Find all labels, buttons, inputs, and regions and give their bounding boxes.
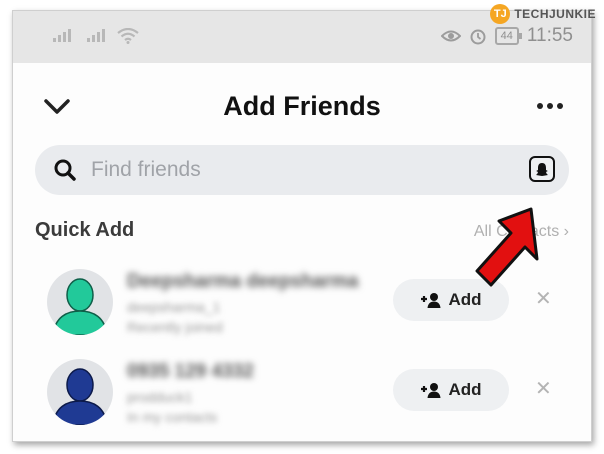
friend-username: prodduck1 xyxy=(127,389,193,405)
dismiss-icon[interactable]: ✕ xyxy=(535,379,552,399)
add-friend-icon xyxy=(421,383,441,398)
section-heading-quick-add: Quick Add xyxy=(35,219,135,241)
add-friend-icon xyxy=(421,293,441,308)
add-friend-button[interactable]: Add xyxy=(393,369,509,411)
watermark-text: TECHJUNKIE xyxy=(514,7,596,21)
friend-reason: In my contacts xyxy=(127,409,218,425)
techjunkie-logo-icon: TJ xyxy=(490,4,511,24)
clock-time: 11:55 xyxy=(526,25,573,46)
signal-icon xyxy=(87,29,105,42)
friend-name: Deepsharma deepsharma xyxy=(127,271,359,292)
status-right: 44 11:55 xyxy=(440,25,573,47)
watermark-logo: TJ TECHJUNKIE xyxy=(490,4,596,24)
list-item[interactable]: 0935 129 4332 prodduck1 In my contacts A… xyxy=(35,347,569,437)
friend-name: 0935 129 4332 xyxy=(127,361,254,382)
friend-reason: Recently joined xyxy=(127,319,223,335)
wifi-icon xyxy=(117,28,139,44)
chevron-right-icon: › xyxy=(563,223,569,240)
more-options-icon[interactable] xyxy=(537,103,563,109)
add-button-label: Add xyxy=(448,380,482,399)
annotation-arrow-icon xyxy=(475,207,539,287)
friend-username: deepsharma_1 xyxy=(127,299,221,315)
ghost-icon xyxy=(536,162,548,176)
snapcode-scan-button[interactable] xyxy=(529,156,555,182)
page-title: Add Friends xyxy=(223,91,381,121)
screenshot-frame: 44 11:55 Add Friends Quick Add All Conta… xyxy=(12,10,592,442)
search-input[interactable] xyxy=(91,145,511,195)
avatar xyxy=(47,359,113,425)
alarm-icon xyxy=(470,29,486,45)
eye-icon xyxy=(440,30,461,42)
battery-icon: 44 xyxy=(494,27,523,45)
app-header: Add Friends xyxy=(13,63,591,143)
signal-icon xyxy=(53,29,71,42)
person-silhouette-icon xyxy=(52,368,108,425)
add-button-label: Add xyxy=(448,290,482,309)
person-silhouette-icon xyxy=(52,278,108,335)
avatar xyxy=(47,269,113,335)
search-icon xyxy=(54,159,76,181)
search-bar xyxy=(35,145,569,195)
